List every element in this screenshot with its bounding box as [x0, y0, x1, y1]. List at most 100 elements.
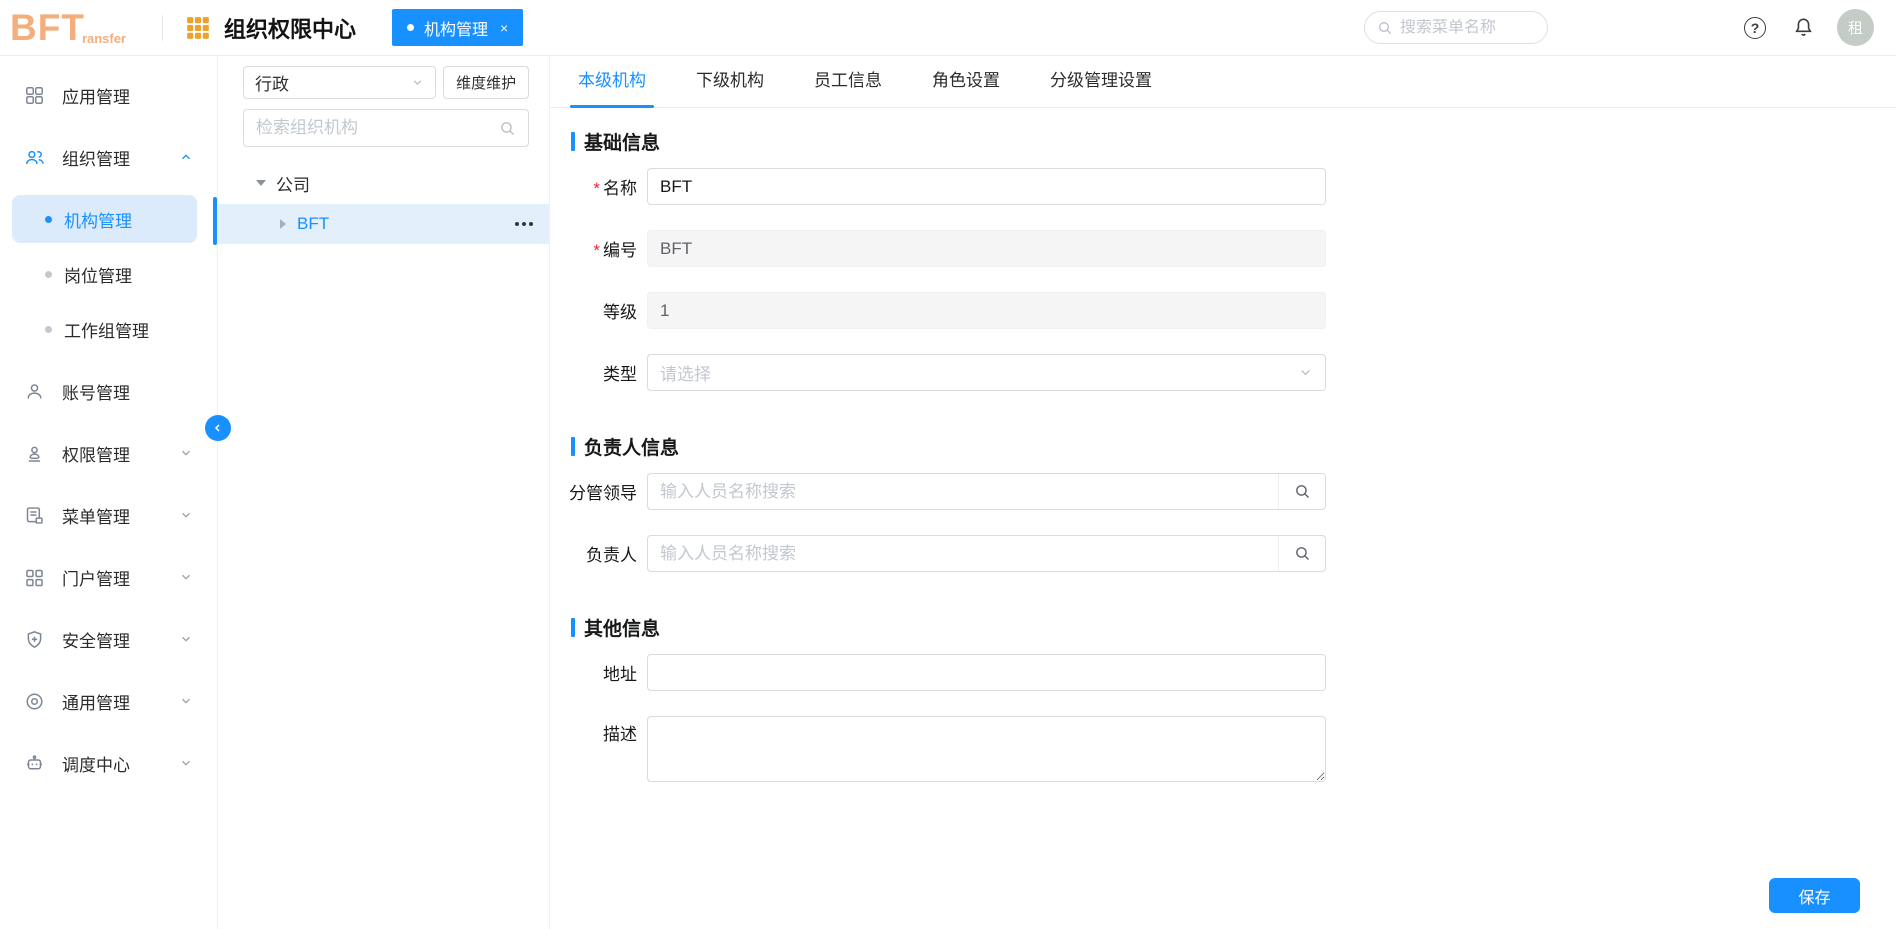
more-actions-icon[interactable] [515, 222, 533, 226]
dimension-maintain-button[interactable]: 维度维护 [443, 66, 529, 99]
section-basic-info: 基础信息 [571, 128, 1896, 155]
bullet-dot-icon [45, 270, 52, 278]
chevron-down-icon [179, 632, 193, 646]
leader-input[interactable] [647, 473, 1326, 510]
user-icon [24, 381, 45, 402]
sidebar-item-workgroup-management[interactable]: 工作组管理 [12, 305, 197, 353]
tree-node-label: 公司 [276, 175, 310, 195]
menu-doc-icon [24, 505, 45, 526]
section-title: 其他信息 [584, 619, 661, 640]
address-input[interactable] [647, 654, 1326, 691]
dimension-select[interactable]: 行政 [243, 66, 437, 99]
detail-tabbar: 本级机构 下级机构 员工信息 角色设置 分级管理设置 [550, 56, 1896, 108]
menu-search-input[interactable] [1400, 18, 1520, 37]
leader-search-button[interactable] [1278, 474, 1325, 509]
type-select-placeholder: 请选择 [660, 365, 711, 384]
caret-right-icon[interactable] [280, 219, 286, 229]
sidebar-item-label: 调度中心 [62, 755, 130, 775]
logo: BFT ransfer [10, 9, 126, 46]
tab-current-org[interactable]: 本级机构 [570, 66, 654, 108]
section-bar-icon [571, 132, 575, 151]
section-other-info: 其他信息 [571, 614, 1896, 641]
name-input[interactable] [647, 168, 1326, 205]
sidebar-subitem-label: 工作组管理 [64, 321, 149, 341]
search-icon [1379, 21, 1392, 34]
level-input [647, 292, 1326, 329]
sidebar-item-label: 门户管理 [62, 569, 130, 589]
org-tree-search[interactable] [243, 109, 529, 147]
description-textarea[interactable] [647, 716, 1326, 782]
sidebar-item-account-management[interactable]: 账号管理 [0, 360, 217, 422]
sidebar-item-dispatch-center[interactable]: 调度中心 [0, 732, 217, 794]
section-leader-info: 负责人信息 [571, 433, 1896, 460]
header-divider [162, 14, 164, 41]
save-button[interactable]: 保存 [1769, 878, 1860, 913]
required-mark: * [593, 179, 600, 198]
org-tree-search-input[interactable] [256, 118, 491, 138]
menu-search[interactable] [1364, 11, 1548, 44]
manager-input[interactable] [647, 535, 1326, 572]
manager-search-button[interactable] [1278, 536, 1325, 571]
apps-icon [24, 85, 45, 106]
avatar-text: 租 [1847, 20, 1863, 37]
tree-node-bft[interactable]: BFT [218, 204, 549, 244]
tab-employee-info[interactable]: 员工信息 [814, 66, 882, 107]
sidebar-item-general-management[interactable]: 通用管理 [0, 670, 217, 732]
chevron-down-icon [179, 508, 193, 522]
sidebar-item-security-management[interactable]: 安全管理 [0, 608, 217, 670]
description-label: 描述 [603, 725, 637, 744]
tab-sub-org[interactable]: 下级机构 [696, 66, 764, 107]
org-tree: 公司 BFT [218, 165, 549, 244]
sidebar-item-app-management[interactable]: 应用管理 [0, 64, 217, 126]
notifications-bell-icon[interactable] [1792, 16, 1815, 39]
sidebar-collapse-button[interactable] [205, 415, 231, 441]
portal-icon [24, 567, 45, 588]
open-tab-chip[interactable]: 机构管理 × [392, 9, 524, 46]
sidebar-item-menu-management[interactable]: 菜单管理 [0, 484, 217, 546]
active-menu-indicator [213, 197, 217, 245]
tab-close-icon[interactable]: × [500, 20, 508, 36]
chevron-down-icon [179, 446, 193, 460]
address-label: 地址 [603, 665, 637, 684]
manager-label: 负责人 [586, 546, 637, 565]
chevron-up-icon [179, 150, 193, 164]
caret-down-icon[interactable] [256, 180, 266, 186]
sidebar-item-institution-management[interactable]: 机构管理 [12, 195, 197, 243]
team-icon [24, 147, 45, 168]
tab-hierarchy-settings[interactable]: 分级管理设置 [1050, 66, 1152, 107]
sidebar-item-label: 通用管理 [62, 693, 130, 713]
sidebar-subitem-label: 机构管理 [64, 211, 132, 231]
sidebar-item-portal-management[interactable]: 门户管理 [0, 546, 217, 608]
sidebar-item-permission-management[interactable]: 权限管理 [0, 422, 217, 484]
tree-node-company[interactable]: 公司 [218, 165, 549, 201]
section-title: 基础信息 [584, 133, 661, 154]
help-icon[interactable]: ? [1744, 16, 1766, 39]
bullet-dot-icon [45, 325, 52, 333]
page-title: 组织权限中心 [224, 16, 357, 42]
chevron-down-icon [179, 694, 193, 708]
permission-icon [24, 443, 45, 464]
required-mark: * [593, 241, 600, 260]
level-label: 等级 [603, 303, 637, 322]
sidebar: 应用管理 组织管理 机构管理 岗位管理 工作组管理 账号管理 权限管理 菜单管理… [0, 56, 218, 929]
chevron-down-icon [179, 756, 193, 770]
chevron-down-icon [1298, 365, 1313, 380]
app-grid-icon [185, 15, 211, 41]
avatar[interactable]: 租 [1837, 9, 1874, 46]
code-label: * 编号 [593, 241, 637, 260]
robot-icon [24, 753, 45, 774]
dimension-select-value: 行政 [255, 75, 289, 94]
leader-label: 分管领导 [569, 484, 637, 503]
sidebar-item-position-management[interactable]: 岗位管理 [12, 250, 197, 298]
name-label: * 名称 [593, 179, 637, 198]
shield-icon [24, 629, 45, 650]
logo-sub: ransfer [81, 31, 127, 46]
search-icon [499, 120, 516, 137]
type-select[interactable]: 请选择 [647, 354, 1326, 391]
sidebar-item-label: 安全管理 [62, 631, 130, 651]
org-tree-panel: 行政 维度维护 公司 BFT [218, 56, 550, 929]
sidebar-item-org-management[interactable]: 组织管理 [0, 126, 217, 188]
search-icon [1295, 485, 1309, 499]
section-bar-icon [571, 437, 575, 456]
tab-role-settings[interactable]: 角色设置 [932, 66, 1000, 107]
